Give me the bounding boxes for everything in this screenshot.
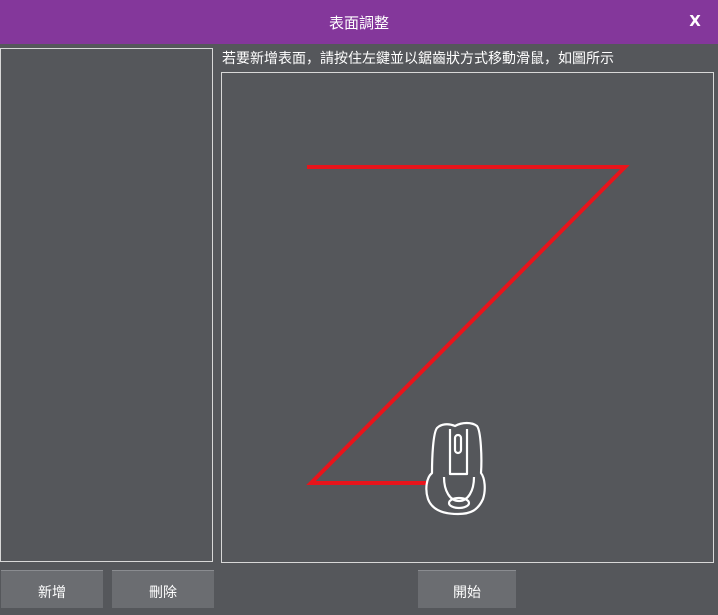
title-bar: 表面調整 X xyxy=(0,0,718,44)
close-icon[interactable]: X xyxy=(686,10,704,32)
add-button[interactable]: 新增 xyxy=(1,570,103,608)
surface-list[interactable] xyxy=(0,48,213,562)
zigzag-guide xyxy=(306,165,630,516)
delete-button[interactable]: 刪除 xyxy=(112,570,214,608)
window-title: 表面調整 xyxy=(328,14,389,32)
mouse-icon xyxy=(425,421,486,516)
instruction-text: 若要新增表面，請按住左鍵並以鋸齒狀方式移動滑鼠，如圖所示 xyxy=(222,51,614,67)
drawing-canvas[interactable] xyxy=(221,72,714,563)
start-button[interactable]: 開始 xyxy=(418,570,516,608)
